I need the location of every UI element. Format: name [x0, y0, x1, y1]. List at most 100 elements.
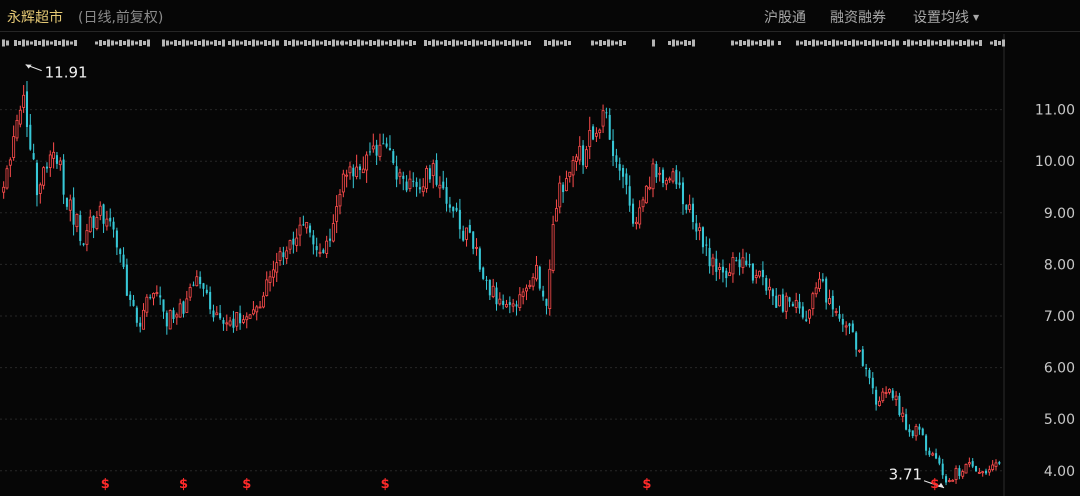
event-strip-glyph	[739, 40, 742, 46]
event-strip-glyph	[186, 40, 189, 46]
candle-body	[565, 178, 568, 192]
event-strip-glyph	[174, 40, 177, 46]
candle-body	[558, 182, 562, 208]
candle	[255, 305, 259, 321]
candle-body	[598, 129, 602, 134]
candle-body	[45, 166, 48, 169]
candle-body	[325, 240, 329, 254]
event-strip-glyph	[428, 41, 431, 45]
candle-body	[448, 204, 451, 208]
event-strip-glyph	[994, 40, 997, 46]
candle	[58, 157, 62, 171]
event-strip-glyph	[377, 39, 380, 47]
candle-body	[891, 390, 894, 399]
candle	[405, 175, 408, 193]
candle-body	[698, 227, 702, 232]
candle-body	[308, 225, 312, 233]
candle	[594, 127, 598, 143]
candle-body	[738, 259, 741, 268]
event-strip-glyph	[778, 41, 781, 45]
event-strip-glyph	[868, 41, 871, 45]
candle-body	[594, 132, 598, 137]
candle-body	[545, 298, 548, 306]
candle	[565, 170, 568, 192]
candle-body	[92, 215, 95, 228]
candle-body	[42, 167, 46, 186]
candle-body	[562, 184, 565, 193]
candle	[328, 228, 332, 247]
event-strip-glyph	[516, 40, 519, 46]
candle-body	[239, 313, 242, 324]
candle-body	[251, 309, 255, 315]
candle-body	[18, 109, 22, 125]
candle	[901, 406, 905, 423]
event-strip-glyph	[836, 40, 839, 46]
candle-body	[431, 163, 435, 177]
candle	[45, 162, 48, 173]
candle	[102, 203, 105, 233]
event-strip-glyph	[520, 41, 523, 45]
candle-body	[5, 168, 9, 189]
event-strip-glyph	[2, 39, 5, 47]
candle-body	[482, 267, 485, 279]
event-strip-glyph	[824, 40, 827, 46]
candle	[335, 195, 339, 234]
event-strip-glyph	[668, 41, 671, 45]
candle-body	[528, 284, 532, 288]
event-strip-glyph	[22, 39, 25, 47]
candle-body	[295, 237, 299, 246]
dividend-marker: $	[642, 477, 651, 492]
candle-body	[884, 392, 888, 394]
candle	[664, 177, 668, 191]
candle	[398, 168, 402, 185]
event-strip-glyph	[95, 41, 98, 45]
event-strip-glyph	[896, 40, 899, 46]
candle	[215, 306, 219, 316]
event-strip-glyph	[401, 40, 404, 46]
event-strip-glyph	[508, 41, 511, 45]
y-tick-label: 9.00	[1044, 206, 1075, 222]
candle-body	[202, 283, 205, 289]
event-strip-glyph	[244, 40, 247, 46]
candle-body	[987, 469, 991, 473]
candle	[781, 288, 784, 313]
candle	[984, 468, 988, 475]
candle-body	[455, 207, 458, 211]
candle	[951, 479, 955, 482]
candle-body	[941, 463, 944, 476]
event-strip-glyph	[58, 41, 61, 45]
candle	[271, 260, 275, 287]
candle	[472, 231, 475, 255]
candle-body	[715, 258, 718, 272]
candle-body	[322, 249, 325, 254]
event-strip-glyph	[528, 41, 531, 45]
candle-body	[375, 144, 378, 156]
candle-body	[298, 224, 302, 236]
event-strip-glyph	[743, 41, 746, 45]
candle	[991, 460, 995, 472]
candle-body	[634, 221, 638, 225]
candle-body	[695, 223, 698, 232]
candle-body	[472, 231, 475, 249]
candle	[865, 363, 868, 377]
candle	[728, 263, 732, 277]
candle-body	[931, 453, 935, 456]
candle	[475, 238, 478, 256]
candle	[758, 270, 762, 279]
event-strip-glyph	[345, 41, 348, 45]
candle-body	[341, 173, 345, 193]
event-strip-glyph	[763, 41, 766, 45]
candle	[312, 230, 315, 255]
candle-body	[688, 204, 692, 210]
event-strip-glyph	[54, 40, 57, 46]
candle-body	[612, 140, 615, 157]
candle	[165, 310, 168, 335]
event-strip-glyph	[147, 39, 150, 47]
candle	[65, 197, 68, 210]
event-strip-glyph	[272, 39, 275, 47]
candle-body	[765, 278, 768, 291]
candle	[245, 312, 249, 329]
event-strip-glyph	[292, 39, 295, 47]
candle-body	[318, 251, 322, 254]
candle-body	[175, 314, 179, 318]
